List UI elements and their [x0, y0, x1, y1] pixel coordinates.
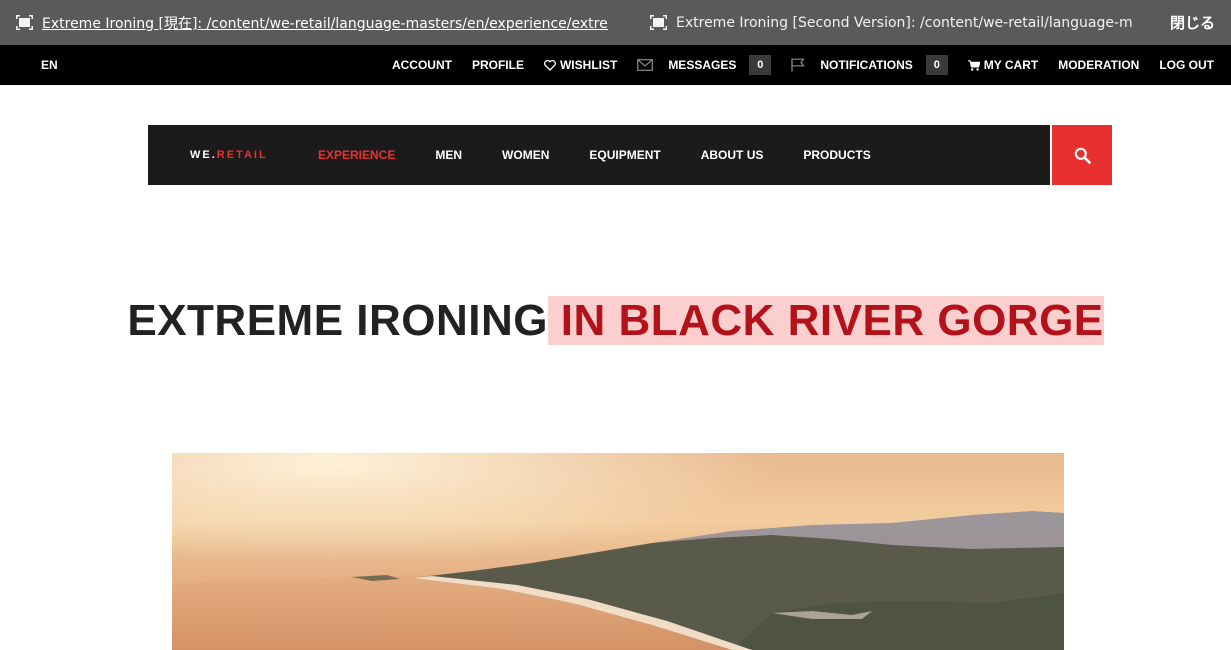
messages-count-badge: 0 [749, 55, 772, 75]
logo-accent: RETAIL [216, 149, 268, 161]
notifications-count-badge: 0 [925, 55, 948, 75]
nav-item-women[interactable]: WOMEN [502, 148, 549, 162]
nav-item-experience[interactable]: EXPERIENCE [318, 148, 395, 162]
moderation-link[interactable]: MODERATION [1058, 58, 1139, 72]
version-compare-bar: Extreme Ironing [現在]: /content/we-retail… [0, 0, 1231, 45]
compare-icon [16, 15, 33, 30]
messages-link[interactable]: MESSAGES 0 [637, 55, 772, 75]
account-bar: EN ACCOUNT PROFILE WISHLIST MESSAGES 0 N… [0, 45, 1231, 85]
we-retail-logo[interactable]: WE. RETAIL [190, 125, 268, 185]
nav-item-products[interactable]: PRODUCTS [803, 148, 870, 162]
nav-links: EXPERIENCE MEN WOMEN EQUIPMENT ABOUT US … [318, 125, 911, 185]
notifications-label: NOTIFICATIONS [820, 58, 913, 72]
cart-link[interactable]: MY CART [967, 58, 1039, 72]
envelope-icon [637, 59, 654, 71]
account-label: ACCOUNT [391, 58, 452, 72]
logout-label: LOG OUT [1159, 58, 1214, 72]
coastline-photo [172, 453, 1064, 650]
search-button[interactable] [1052, 125, 1112, 185]
compare-icon [650, 15, 667, 30]
second-version-link[interactable]: Extreme Ironing [Second Version]: /conte… [650, 0, 1132, 45]
nav-item-men[interactable]: MEN [435, 148, 462, 162]
nav-item-about-us[interactable]: ABOUT US [701, 148, 764, 162]
profile-label: PROFILE [471, 58, 524, 72]
wishlist-label: WISHLIST [559, 58, 618, 72]
hero-image [172, 453, 1064, 650]
flag-icon [791, 58, 806, 72]
logo-prefix: WE. [190, 149, 217, 161]
page-title: EXTREME IRONING IN BLACK RIVER GORGE [0, 290, 1231, 352]
title-unchanged: EXTREME IRONING [127, 296, 548, 345]
moderation-label: MODERATION [1058, 58, 1140, 72]
cart-icon [967, 59, 980, 71]
close-button[interactable]: 閉じる [1170, 0, 1215, 45]
search-icon [1074, 147, 1091, 164]
profile-link[interactable]: PROFILE [472, 58, 524, 72]
account-link[interactable]: ACCOUNT [392, 58, 452, 72]
account-nav: ACCOUNT PROFILE WISHLIST MESSAGES 0 NOTI… [372, 45, 1214, 85]
wishlist-link[interactable]: WISHLIST [544, 58, 617, 72]
title-added-diff: IN BLACK RIVER GORGE [548, 296, 1104, 345]
second-version-text: Extreme Ironing [Second Version]: /conte… [676, 14, 1132, 31]
current-version-text: Extreme Ironing [現在]: /content/we-retail… [42, 15, 608, 32]
current-version-link[interactable]: Extreme Ironing [現在]: /content/we-retail… [16, 0, 608, 45]
logout-link[interactable]: LOG OUT [1159, 58, 1214, 72]
heart-icon [544, 59, 556, 71]
nav-item-equipment[interactable]: EQUIPMENT [589, 148, 660, 162]
notifications-link[interactable]: NOTIFICATIONS 0 [791, 55, 948, 75]
language-selector[interactable]: EN [41, 45, 58, 85]
main-navigation: WE. RETAIL EXPERIENCE MEN WOMEN EQUIPMENT… [148, 125, 1050, 185]
messages-label: MESSAGES [668, 58, 737, 72]
cart-label: MY CART [983, 58, 1039, 72]
